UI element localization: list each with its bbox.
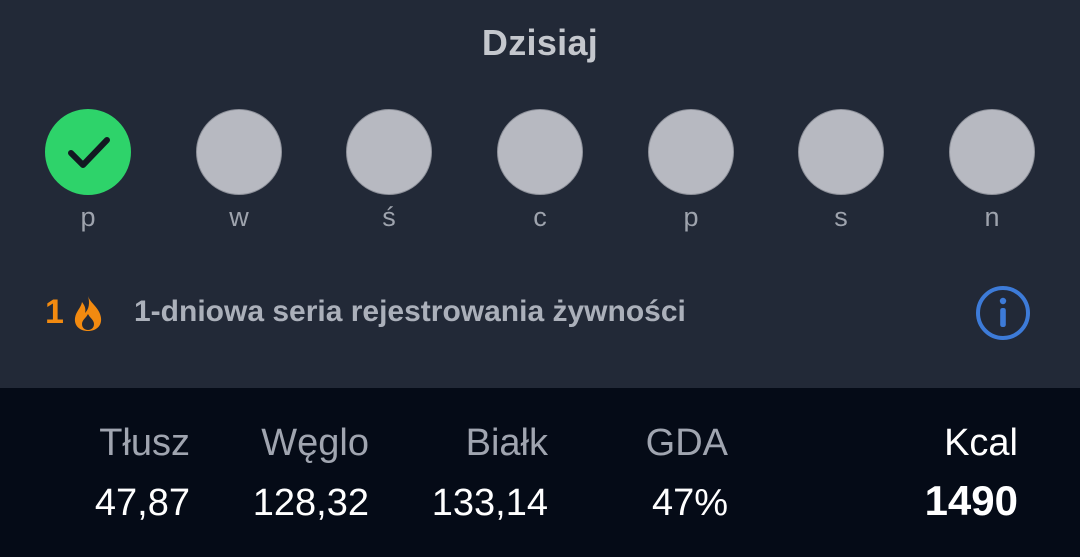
streak-count: 1 xyxy=(45,293,64,331)
day-monday[interactable]: p xyxy=(44,108,134,238)
fat-value: 47,87 xyxy=(94,482,190,524)
streak-description: 1-dniowa seria rejestrowania żywności xyxy=(134,295,686,328)
checkmark-icon xyxy=(68,137,110,168)
day-friday[interactable]: p xyxy=(647,108,737,238)
kcal-value: 1490 xyxy=(924,477,1018,524)
day-letter: n xyxy=(984,202,1000,232)
day-status-circle xyxy=(497,109,583,195)
day-status-circle xyxy=(45,109,131,195)
flame-icon xyxy=(74,296,102,331)
today-panel: Dzisiaj p w ś c p s n 1 1-dniowa seria r… xyxy=(0,0,1080,388)
protein-label: Białk xyxy=(465,422,548,464)
carbs-stat: Węglo 128,32 xyxy=(253,420,369,526)
day-sunday[interactable]: n xyxy=(948,108,1038,238)
day-status-circle xyxy=(648,109,734,195)
day-status-circle xyxy=(346,109,432,195)
kcal-stat: Kcal 1490 xyxy=(925,420,1018,524)
day-tuesday[interactable]: w xyxy=(195,108,285,238)
protein-value: 133,14 xyxy=(431,482,548,524)
day-letter: ś xyxy=(382,202,396,232)
day-letter: w xyxy=(229,202,249,232)
day-letter: p xyxy=(683,202,699,232)
carbs-label: Węglo xyxy=(261,422,369,464)
fat-label: Tłusz xyxy=(99,422,190,464)
protein-stat: Białk 133,14 xyxy=(432,420,548,526)
gda-label: GDA xyxy=(645,422,728,464)
info-icon[interactable] xyxy=(974,284,1032,342)
kcal-label: Kcal xyxy=(944,422,1018,464)
day-status-circle xyxy=(196,109,282,195)
day-wednesday[interactable]: ś xyxy=(345,108,435,238)
gda-stat: GDA 47% xyxy=(646,420,728,526)
day-letter: c xyxy=(533,202,547,232)
carbs-value: 128,32 xyxy=(252,482,369,524)
gda-value: 47% xyxy=(651,482,728,524)
day-saturday[interactable]: s xyxy=(797,108,887,238)
day-status-circle xyxy=(798,109,884,195)
day-thursday[interactable]: c xyxy=(496,108,586,238)
fat-stat: Tłusz 47,87 xyxy=(95,420,190,526)
day-letter: s xyxy=(834,202,848,232)
page-title: Dzisiaj xyxy=(481,22,599,63)
day-status-circle xyxy=(949,109,1035,195)
day-letter: p xyxy=(80,202,96,232)
